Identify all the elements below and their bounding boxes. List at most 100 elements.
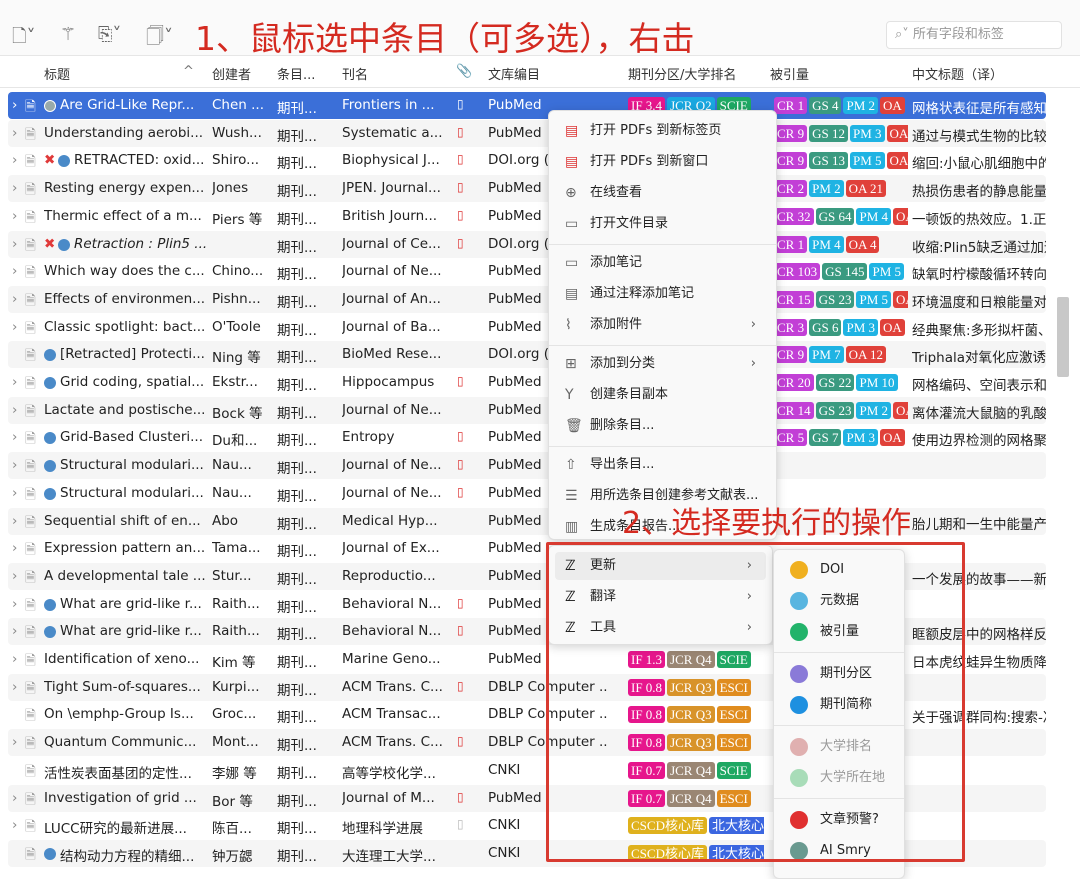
table-row[interactable]: › 🗎 Which way does the c... Chino... 期刊... Jo… [8, 258, 1046, 285]
expand-chevron-icon[interactable]: › [12, 291, 17, 307]
context-menu-item[interactable]: ▭ 添加笔记 [555, 249, 770, 277]
expand-chevron-icon[interactable]: › [12, 651, 17, 667]
pdf-attachment-icon[interactable]: ▯ [457, 236, 464, 250]
expand-chevron-icon[interactable]: › [12, 374, 17, 390]
table-row[interactable]: › 🗎 ✖ Retraction : Plin5 ... 期刊... Journal of… [8, 230, 1046, 258]
expand-chevron-icon[interactable]: › [12, 152, 17, 168]
expand-chevron-icon[interactable]: › [12, 513, 17, 529]
context-menu-item[interactable]: ⊕ 在线查看 [555, 179, 770, 207]
table-row[interactable]: › 🗎 Thermic effect of a m... Piers 等期刊... Br… [8, 203, 1046, 230]
context-menu-item[interactable]: ▤ 打开 PDFs 到新窗口 [555, 148, 770, 176]
table-row[interactable]: › 🗎 Classic spotlight: bact... O'Toole 期刊...… [8, 314, 1046, 341]
expand-chevron-icon[interactable]: › [12, 734, 17, 750]
col-item-type[interactable]: 条目... [277, 64, 315, 83]
sort-asc-icon[interactable]: ^ [183, 64, 194, 79]
magic-wand-icon[interactable]: ⚚ [60, 24, 76, 45]
pdf-attachment-icon[interactable]: ▯ [457, 208, 464, 222]
context-menu-item[interactable]: Y 创建条目副本 [555, 381, 770, 409]
attachment-icon[interactable]: ▯ [457, 817, 464, 831]
context-menu-item[interactable]: ▤ 打开 PDFs 到新标签页 [555, 117, 770, 145]
table-row[interactable]: › 🗎 Effects of environmen... Pishn... 期刊... J… [8, 285, 1046, 313]
expand-chevron-icon[interactable]: › [12, 319, 17, 335]
item-creator: Tama... [212, 540, 261, 557]
context-menu-item[interactable]: ⌇ 添加附件 › [555, 311, 770, 339]
expand-chevron-icon[interactable]: › [12, 817, 17, 833]
document-icon: 🗎 [25, 486, 36, 503]
search-input[interactable]: ⌕˅ 所有字段和标签 [886, 21, 1062, 49]
item-title: RETRACTED: oxid... [74, 152, 205, 169]
context-menu-item[interactable]: 🗑 删除条目... [555, 412, 770, 440]
item-title: Which way does the c... [44, 263, 205, 280]
expand-chevron-icon[interactable]: › [12, 125, 17, 141]
table-row[interactable]: › 🗎 Structural modulari... Nau... 期刊... Journ… [8, 452, 1046, 480]
col-journal-rank[interactable]: 期刊分区/大学排名 [628, 64, 736, 83]
col-creator[interactable]: 创建者 [212, 64, 251, 83]
scrollbar-thumb[interactable] [1057, 297, 1069, 377]
pdf-attachment-icon[interactable]: ▯ [457, 152, 464, 166]
expand-chevron-icon[interactable]: › [12, 679, 17, 695]
expand-chevron-icon[interactable]: › [12, 623, 17, 639]
attachment-icon[interactable]: ▯ [457, 97, 464, 111]
pdf-attachment-icon[interactable]: ▯ [457, 679, 464, 693]
expand-chevron-icon[interactable]: › [12, 457, 17, 473]
pdf-attachment-icon[interactable]: ▯ [457, 457, 464, 471]
table-row[interactable]: › 🗎 Understanding aerobi... Wush... 期刊... Sys… [8, 119, 1046, 147]
expand-chevron-icon[interactable]: › [12, 540, 17, 556]
expand-chevron-icon[interactable]: › [12, 596, 17, 612]
table-row[interactable]: 🗎 [Retracted] Protecti... Ning 等期刊... BioMe… [8, 341, 1046, 369]
table-row[interactable]: › 🗎 ✖ RETRACTED: oxid... Shiro... 期刊... Biophy… [8, 147, 1046, 174]
expand-chevron-icon[interactable]: › [12, 97, 17, 113]
pdf-attachment-icon[interactable]: ▯ [457, 125, 464, 139]
table-row[interactable]: › 🗎 Are Grid-Like Repr... Chen ... 期刊... Fron… [8, 92, 1046, 119]
document-icon: 🗎 [25, 653, 36, 669]
item-type: 期刊... [277, 655, 317, 671]
new-item-icon[interactable]: 🗋˅ [12, 24, 35, 54]
context-menu-item[interactable]: ▭ 打开文件目录 [555, 210, 770, 238]
document-icon: 🗎 [25, 819, 36, 836]
expand-chevron-icon[interactable]: › [12, 790, 17, 806]
item-publication: ACM Trans. C... [342, 678, 443, 695]
trash-icon: 🗑 [565, 418, 583, 434]
pdf-attachment-icon[interactable]: ▯ [457, 429, 464, 443]
col-publication[interactable]: 刊名 [342, 64, 368, 83]
expand-chevron-icon[interactable]: › [12, 263, 17, 279]
note-icon[interactable]: 🗍˅ [146, 24, 173, 54]
pdf-attachment-icon[interactable]: ▯ [457, 374, 464, 388]
document-icon: 🗎 [25, 569, 36, 586]
expand-chevron-icon[interactable]: › [12, 568, 17, 584]
expand-chevron-icon[interactable]: › [12, 429, 17, 445]
item-type: 期刊... [277, 294, 317, 311]
item-type: 期刊... [277, 128, 317, 145]
pdf-attachment-icon[interactable]: ▯ [457, 790, 464, 804]
pdf-attachment-icon[interactable]: ▯ [457, 485, 464, 499]
expand-chevron-icon[interactable]: › [12, 208, 17, 224]
context-menu-item[interactable]: ⇧ 导出条目... [555, 451, 770, 479]
citation-badge: PM 2 [856, 401, 892, 419]
pdf-attachment-icon[interactable]: ▯ [457, 596, 464, 610]
paperclip-icon[interactable]: 📎 [456, 64, 472, 79]
expand-chevron-icon[interactable]: › [12, 180, 17, 196]
add-attachment-icon[interactable]: ⎘˅ [98, 24, 121, 45]
table-row[interactable]: › 🗎 Resting energy expen... Jones 期刊... JPEN.… [8, 175, 1046, 203]
expand-chevron-icon[interactable]: › [12, 485, 17, 501]
table-row[interactable]: › 🗎 Grid-Based Clusteri... Du和... 期刊... Entro… [8, 424, 1046, 451]
expand-chevron-icon[interactable]: › [12, 402, 17, 418]
context-menu-item[interactable]: ▤ 通过注释添加笔记 [555, 280, 770, 308]
scrollbar[interactable] [1054, 92, 1072, 868]
document-icon: 🗎 [25, 376, 36, 392]
item-title: What are grid-like r... [60, 623, 202, 640]
table-row[interactable]: › 🗎 Lactate and postische... Bock 等期刊... Jou… [8, 396, 1046, 424]
context-menu-item[interactable]: ⊞ 添加到分类 › [555, 350, 770, 378]
col-title[interactable]: 标题 [44, 64, 70, 83]
report-icon: ▥ [565, 519, 579, 535]
annotation-step2: 2、选择要执行的操作 [622, 506, 912, 541]
pdf-attachment-icon[interactable]: ▯ [457, 180, 464, 194]
expand-chevron-icon[interactable]: › [12, 236, 17, 252]
col-chinese-title[interactable]: 中文标题（译） [912, 64, 1003, 83]
pdf-attachment-icon[interactable]: ▯ [457, 623, 464, 637]
col-library-catalog[interactable]: 文库编目 [488, 64, 540, 83]
col-citations[interactable]: 被引量 [770, 64, 809, 83]
retracted-x-icon: ✖ [44, 235, 56, 252]
pdf-attachment-icon[interactable]: ▯ [457, 734, 464, 748]
table-row[interactable]: › 🗎 Grid coding, spatial... Ekstr... 期刊... Hi… [8, 369, 1046, 396]
